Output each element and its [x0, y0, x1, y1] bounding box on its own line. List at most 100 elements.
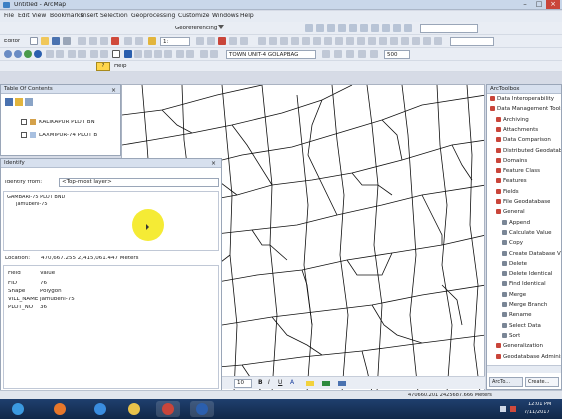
toolbox-tool-item[interactable]: Sort	[502, 332, 520, 340]
tool-icon[interactable]	[434, 37, 442, 45]
measure-icon[interactable]	[144, 50, 152, 58]
tool-icon[interactable]	[324, 37, 332, 45]
marker-color-icon[interactable]	[338, 381, 346, 386]
editor-menu[interactable]: Editor	[4, 39, 20, 45]
menu-customize[interactable]: Customize	[178, 13, 210, 19]
toc-layer-name[interactable]: KALIKAPUR PLOT BN	[39, 120, 95, 126]
close-button[interactable]: ×	[546, 0, 560, 9]
python-icon[interactable]	[229, 37, 237, 45]
toolbox-tool-item[interactable]: Delete Identical	[502, 271, 552, 278]
georef-tool-icon[interactable]	[371, 24, 379, 32]
tab-create[interactable]: Create...	[525, 377, 559, 387]
toolbox-folder-item[interactable]: Archiving	[496, 116, 529, 124]
tool-icon[interactable]	[335, 37, 343, 45]
volume-icon[interactable]	[510, 406, 516, 412]
zoom-combo[interactable]: 500	[384, 50, 410, 59]
toolbox-tool-item[interactable]: Delete	[502, 260, 527, 268]
layer-tool-icon[interactable]	[210, 50, 218, 58]
georef-tool-icon[interactable]	[404, 24, 412, 32]
search-icon[interactable]	[258, 37, 266, 45]
menu-selection[interactable]: Selection	[100, 13, 128, 19]
target-layer-combo[interactable]	[450, 37, 494, 46]
toolbox-folder-item[interactable]: Fields	[496, 188, 519, 196]
layer-checkbox[interactable]	[21, 132, 27, 138]
georef-tool-icon[interactable]	[393, 24, 401, 32]
tool-icon[interactable]	[368, 37, 376, 45]
tool-icon[interactable]	[412, 37, 420, 45]
toolbox-folder-item[interactable]: Distributed Geodatabase	[496, 147, 561, 155]
horizontal-scrollbar[interactable]	[487, 365, 561, 373]
underline-button[interactable]: U	[278, 379, 282, 386]
menu-help[interactable]: Help	[240, 13, 254, 19]
new-document-icon[interactable]	[30, 37, 38, 45]
swipe-icon[interactable]	[334, 50, 342, 58]
toolbox-tool-item[interactable]: Copy	[502, 240, 523, 247]
hyperlink-icon[interactable]	[154, 50, 162, 58]
georef-tool-icon[interactable]	[349, 24, 357, 32]
toolbox-tool-item[interactable]: Append	[502, 219, 530, 227]
full-extent-icon[interactable]	[34, 50, 42, 58]
bold-button[interactable]: B	[258, 379, 263, 386]
fixed-zoom-out-icon[interactable]	[56, 50, 64, 58]
layer-checkbox[interactable]	[21, 119, 27, 125]
close-icon[interactable]: ×	[111, 87, 116, 94]
layer-tool-icon[interactable]	[200, 50, 208, 58]
undo-icon[interactable]	[124, 37, 132, 45]
delete-icon[interactable]	[111, 37, 119, 45]
go-to-xy-icon[interactable]	[176, 50, 184, 58]
redo-icon[interactable]	[135, 37, 143, 45]
list-by-drawing-order-icon[interactable]	[5, 98, 13, 106]
zoom-out-icon[interactable]	[14, 50, 22, 58]
flicker-icon[interactable]	[346, 50, 354, 58]
tool-icon[interactable]	[357, 37, 365, 45]
scale-input[interactable]: 1:	[160, 37, 190, 46]
taskbar-explorer-icon[interactable]	[122, 401, 146, 417]
toolbox-folder-item[interactable]: Attachments	[496, 126, 538, 134]
menu-edit[interactable]: Edit	[18, 13, 30, 19]
transparency-icon[interactable]	[358, 50, 366, 58]
georef-tool-icon[interactable]	[338, 24, 346, 32]
georef-tool-icon[interactable]	[305, 24, 313, 32]
minimize-button[interactable]: –	[518, 0, 532, 9]
menu-file[interactable]: File	[4, 13, 14, 19]
toolbox-tool-item[interactable]: Find Identical	[502, 281, 546, 288]
line-color-icon[interactable]	[322, 381, 330, 386]
tool-icon[interactable]	[390, 37, 398, 45]
pan-icon[interactable]	[24, 50, 32, 58]
toolbox-tool-item[interactable]: Calculate Value	[502, 229, 552, 237]
toolbox-folder-item[interactable]: Data Interoperability	[490, 96, 554, 103]
tool-icon[interactable]	[313, 37, 321, 45]
tree-layer-node[interactable]: GAMBARI-75 PLOT BND	[7, 195, 65, 200]
taskbar-ie-icon[interactable]	[88, 401, 112, 417]
cut-icon[interactable]	[78, 37, 86, 45]
tool-icon[interactable]	[423, 37, 431, 45]
layer-combo[interactable]: TOWN UNIT-4 GOLAPBAG	[226, 50, 316, 59]
toolbox-folder-item[interactable]: Generalization	[496, 343, 543, 350]
georef-tool-icon[interactable]	[327, 24, 335, 32]
toolbox-folder-item[interactable]: General	[496, 209, 525, 216]
paste-icon[interactable]	[100, 37, 108, 45]
chevron-down-icon[interactable]	[218, 25, 224, 31]
menu-windows[interactable]: Windows	[212, 13, 239, 19]
toolbox-folder-item[interactable]: Features	[496, 178, 527, 185]
results-icon[interactable]	[280, 37, 288, 45]
tree-feature-node[interactable]: Jamubeni-75	[16, 202, 48, 207]
find-icon[interactable]	[134, 50, 142, 58]
identify-icon[interactable]	[124, 50, 132, 58]
toolbox-folder-item[interactable]: Feature Class	[496, 168, 540, 175]
print-icon[interactable]	[63, 37, 71, 45]
fixed-zoom-in-icon[interactable]	[46, 50, 54, 58]
italic-button[interactable]: I	[268, 379, 270, 386]
model-builder-icon[interactable]	[240, 37, 248, 45]
catalog-icon[interactable]	[269, 37, 277, 45]
georef-layer-combo[interactable]	[420, 24, 478, 33]
tool-icon[interactable]	[379, 37, 387, 45]
copy-icon[interactable]	[89, 37, 97, 45]
menu-insert[interactable]: Insert	[81, 13, 98, 19]
toolbox-folder-item[interactable]: Data Comparison	[496, 137, 551, 144]
back-extent-icon[interactable]	[68, 50, 76, 58]
open-folder-icon[interactable]	[41, 37, 49, 45]
toolbox-tool-item[interactable]: Create Database View	[502, 250, 561, 258]
toolbox-folder-item[interactable]: File Geodatabase	[496, 199, 550, 206]
add-data-icon[interactable]	[148, 37, 156, 45]
